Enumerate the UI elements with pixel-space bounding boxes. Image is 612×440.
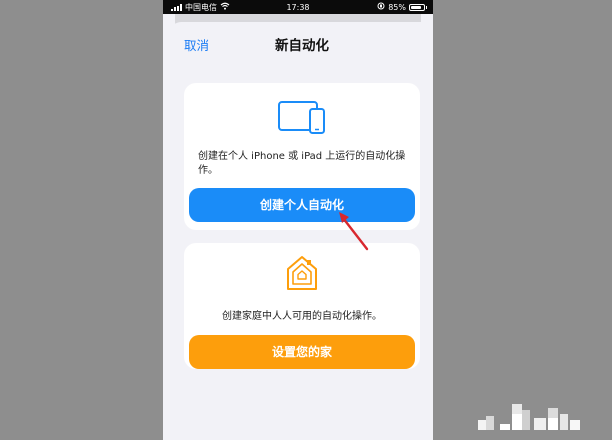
set-up-home-button[interactable]: 设置您的家 [189,335,415,369]
battery-percent: 85% [388,2,406,12]
signal-icon [171,3,182,11]
wifi-icon [220,2,230,12]
personal-automation-description: 创建在个人 iPhone 或 iPad 上运行的自动化操作。 [198,151,406,176]
iphone-ipad-icon [277,98,327,142]
page-title: 新自动化 [275,38,329,54]
home-icon [285,254,319,296]
red-arrow-annotation [336,207,372,257]
personal-automation-card: 创建在个人 iPhone 或 iPad 上运行的自动化操作。 创建个人自动化 [184,83,420,230]
new-automation-sheet: 取消 新自动化 创建在个人 iPhone 或 iPad 上运行的自动化操作。 创… [171,22,433,440]
status-bar: 中国电信 17:38 85% [163,0,433,14]
status-time: 17:38 [286,2,310,12]
home-automation-description: 创建家庭中人人可用的自动化操作。 [222,311,382,322]
phone-screen: 中国电信 17:38 85% 取消 新自动化 创建在个人 iPhone 或 iP… [163,0,433,440]
watermark-mosaic [478,398,588,438]
carrier-label: 中国电信 [185,2,217,12]
create-personal-automation-button[interactable]: 创建个人自动化 [189,188,415,222]
battery-icon [409,3,427,11]
status-right: 85% [335,2,427,12]
battery-fill [411,5,422,9]
home-automation-card: 创建家庭中人人可用的自动化操作。 设置您的家 [184,243,420,369]
status-left: 中国电信 [171,2,261,13]
orientation-lock-icon [377,2,385,12]
